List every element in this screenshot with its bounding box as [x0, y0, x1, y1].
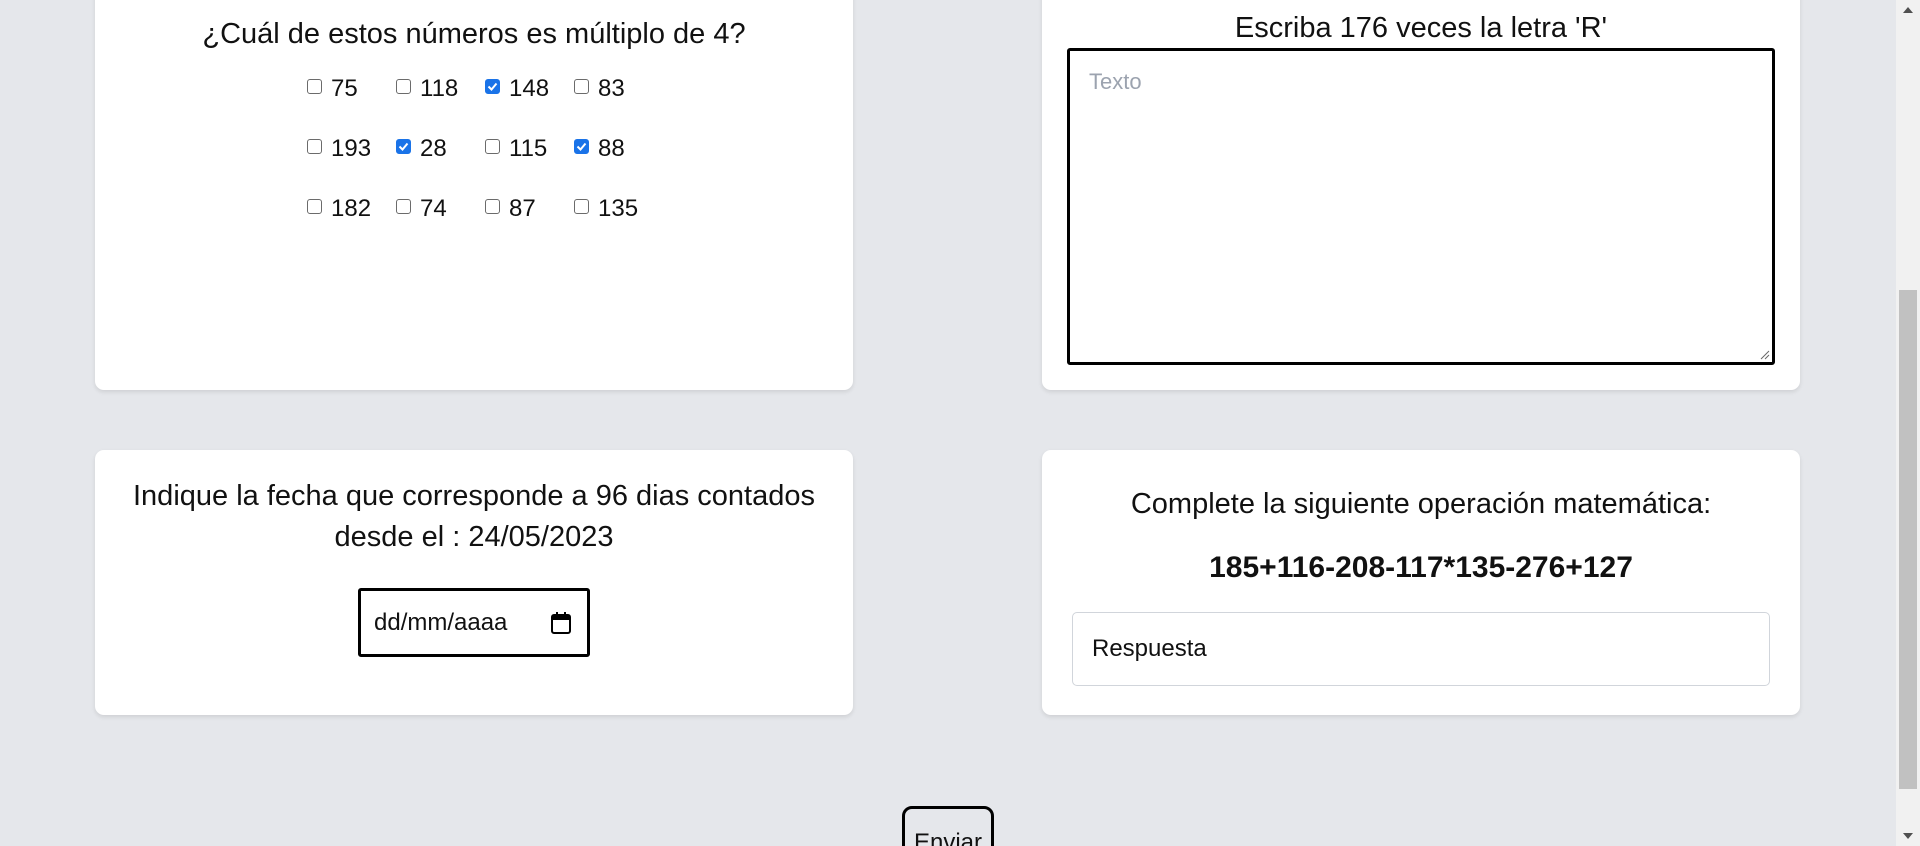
date-input-placeholder: dd/mm/aaaa: [374, 608, 508, 636]
checkbox-unchecked[interactable]: [574, 199, 589, 214]
checkbox-option-label: 75: [331, 75, 358, 102]
checkbox-unchecked[interactable]: [485, 199, 500, 214]
checkbox-option-87[interactable]: 87: [485, 196, 574, 256]
checkbox-option-88[interactable]: 88: [574, 136, 663, 196]
scrollbar-thumb[interactable]: [1899, 290, 1917, 789]
checkbox-option-label: 148: [509, 75, 550, 102]
checkmark-icon: [487, 82, 498, 91]
scroll-up-arrow-icon[interactable]: [1902, 4, 1914, 16]
date-input[interactable]: dd/mm/aaaa: [358, 588, 590, 657]
resize-grip-icon[interactable]: [1758, 348, 1770, 360]
checkbox-option-label: 118: [420, 75, 459, 102]
checkbox-checked[interactable]: [485, 79, 500, 94]
checkbox-option-74[interactable]: 74: [396, 196, 485, 256]
checkbox-unchecked[interactable]: [396, 79, 411, 94]
checkbox-option-182[interactable]: 182: [307, 196, 396, 256]
math-question-card: Complete la siguiente operación matemáti…: [1042, 450, 1800, 715]
checkbox-option-label: 74: [420, 195, 447, 222]
submit-button[interactable]: Enviar: [902, 806, 994, 846]
checkbox-option-label: 87: [509, 195, 536, 222]
checkbox-option-83[interactable]: 83: [574, 76, 663, 136]
checkbox-unchecked[interactable]: [485, 139, 500, 154]
checkbox-option-label: 28: [420, 135, 447, 162]
checkbox-unchecked[interactable]: [307, 139, 322, 154]
scroll-down-arrow-icon[interactable]: [1902, 830, 1914, 842]
checkbox-option-label: 115: [509, 135, 548, 162]
checkbox-option-label: 193: [331, 135, 372, 162]
checkbox-option-148[interactable]: 148: [485, 76, 574, 136]
calendar-icon[interactable]: [550, 611, 572, 635]
checkbox-unchecked[interactable]: [307, 79, 322, 94]
checkbox-unchecked[interactable]: [307, 199, 322, 214]
checkbox-option-label: 88: [598, 135, 625, 162]
checkmark-icon: [576, 142, 587, 151]
checkmark-icon: [398, 142, 409, 151]
checkbox-unchecked[interactable]: [574, 79, 589, 94]
checkbox-option-75[interactable]: 75: [307, 76, 396, 136]
checkbox-option-label: 135: [598, 195, 639, 222]
letter-repeat-question-title: Escriba 176 veces la letra 'R': [1234, 12, 1608, 44]
checkbox-option-193[interactable]: 193: [307, 136, 396, 196]
page-viewport: ¿Cuál de estos números es múltiplo de 4?…: [0, 0, 1920, 846]
multiple-choice-card: ¿Cuál de estos números es múltiplo de 4?…: [95, 0, 853, 390]
letter-repeat-card: Escriba 176 veces la letra 'R' Texto: [1042, 0, 1800, 390]
letter-repeat-textarea[interactable]: Texto: [1067, 48, 1775, 365]
date-question-title: Indique la fecha que corresponde a 96 di…: [133, 480, 815, 553]
checkbox-option-135[interactable]: 135: [574, 196, 663, 256]
checkbox-unchecked[interactable]: [396, 199, 411, 214]
math-question-title: Complete la siguiente operación matemáti…: [1130, 488, 1712, 520]
answer-input-placeholder: Respuesta: [1092, 635, 1207, 662]
checkbox-option-115[interactable]: 115: [485, 136, 574, 196]
scrollbar[interactable]: [1896, 0, 1920, 846]
date-question-card: Indique la fecha que corresponde a 96 di…: [95, 450, 853, 715]
answer-input[interactable]: Respuesta: [1072, 612, 1770, 686]
checkbox-checked[interactable]: [396, 139, 411, 154]
submit-button-label: Enviar: [913, 829, 983, 846]
checkbox-option-118[interactable]: 118: [396, 76, 485, 136]
checkbox-option-28[interactable]: 28: [396, 136, 485, 196]
checkbox-option-label: 182: [331, 195, 372, 222]
textarea-placeholder: Texto: [1089, 69, 1142, 94]
multiple-choice-options: 75 118 148 83 193 28 115 88 182 74 87 135: [307, 76, 663, 256]
math-expression: 185+116-208-117*135-276+127: [1209, 551, 1633, 584]
multiple-choice-question-title: ¿Cuál de estos números es múltiplo de 4?: [202, 18, 746, 50]
checkbox-checked[interactable]: [574, 139, 589, 154]
checkbox-option-label: 83: [598, 75, 625, 102]
